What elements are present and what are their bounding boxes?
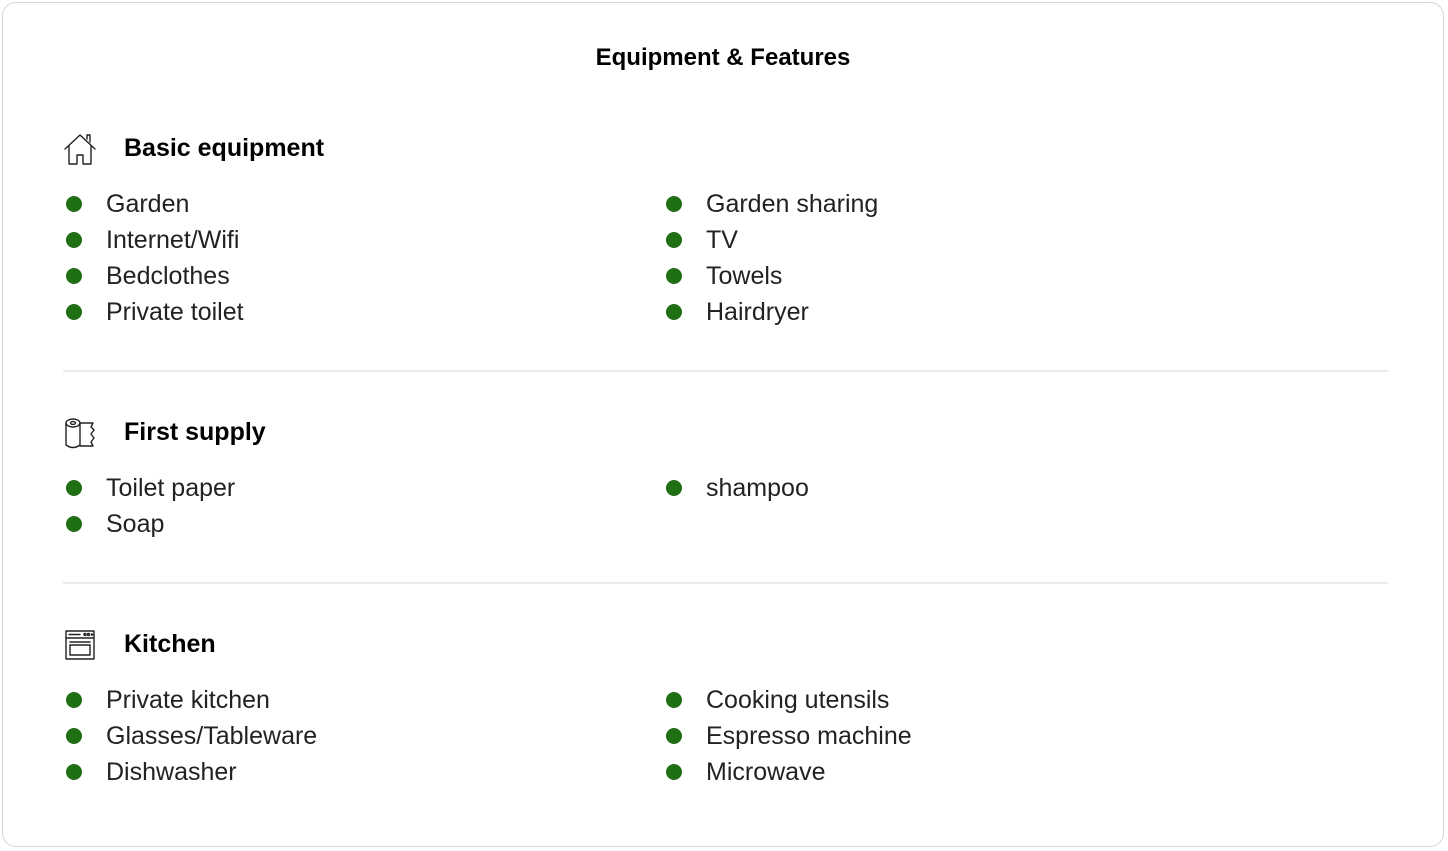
bullet <box>666 196 682 212</box>
section-title: Kitchen <box>124 630 216 658</box>
bullet <box>666 480 682 496</box>
bullet <box>66 304 82 320</box>
bullet <box>666 692 682 708</box>
bullet <box>66 728 82 744</box>
bullet <box>66 764 82 780</box>
bullet <box>666 304 682 320</box>
bullet <box>666 268 682 284</box>
bullet <box>666 232 682 248</box>
bullet <box>66 516 82 532</box>
bullet <box>666 728 682 744</box>
house-icon <box>63 131 99 167</box>
bullet <box>66 480 82 496</box>
equipment-card: Equipment & Features Basic equipment Gar… <box>2 2 1444 847</box>
section-title: Basic equipment <box>124 134 325 162</box>
bullet <box>66 196 82 212</box>
section-divider <box>63 370 1388 372</box>
toilet-paper-icon <box>63 415 99 451</box>
bullet <box>66 268 82 284</box>
bullet <box>66 232 82 248</box>
oven-icon <box>63 627 99 663</box>
section-header: Kitchen <box>63 627 663 661</box>
section-title: First supply <box>124 418 266 446</box>
bullet <box>666 764 682 780</box>
bullet <box>66 692 82 708</box>
section-header: First supply <box>63 415 663 449</box>
page-title: Equipment & Features <box>595 44 851 71</box>
section-header: Basic equipment <box>63 131 663 165</box>
section-divider <box>63 582 1388 584</box>
